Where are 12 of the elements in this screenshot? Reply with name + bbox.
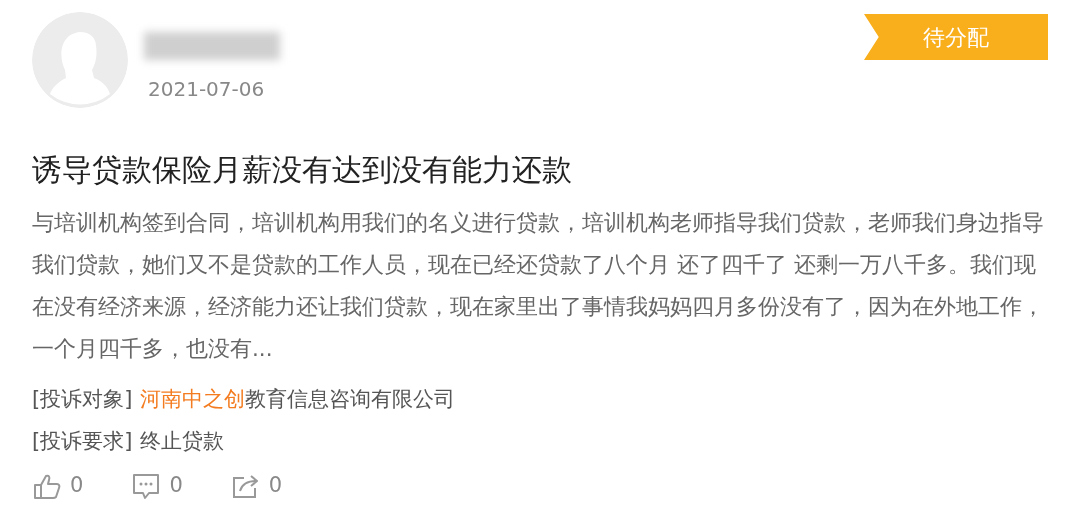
count-label: 0 xyxy=(169,472,183,499)
complaint-title: 诱导贷款保险月薪没有达到没有能力还款 xyxy=(32,152,573,188)
count-label: 0 xyxy=(268,472,283,499)
complaint-text: 与培训机构签到合同，培训机构用我们的名义进行贷款，培训机构老师指导我们贷款，老师我们身边指导我们贷款，她们又不是贷款的工作人员，现在已经还贷款了八个月 还了四千了 还剩一万八千多。我们现在没有经济来源，经济能力还让我们贷款，现在家里出了事情我妈妈四月多份没有了，因为在外地工作，一个月四千多，也没有... xyxy=(32,209,1045,363)
status-badge: 待分配 xyxy=(864,14,1048,60)
count-label: 0 xyxy=(70,472,84,499)
field-value: 终止贷款 xyxy=(140,428,225,455)
field-label: [投诉对象] xyxy=(32,386,133,413)
comment-icon[interactable] xyxy=(131,471,162,500)
field-label: [投诉要求] xyxy=(32,428,133,455)
post-date: 2021-07-06 xyxy=(148,76,266,103)
field-value: 河南中之创教育信息咨询有限公司 xyxy=(140,386,456,413)
